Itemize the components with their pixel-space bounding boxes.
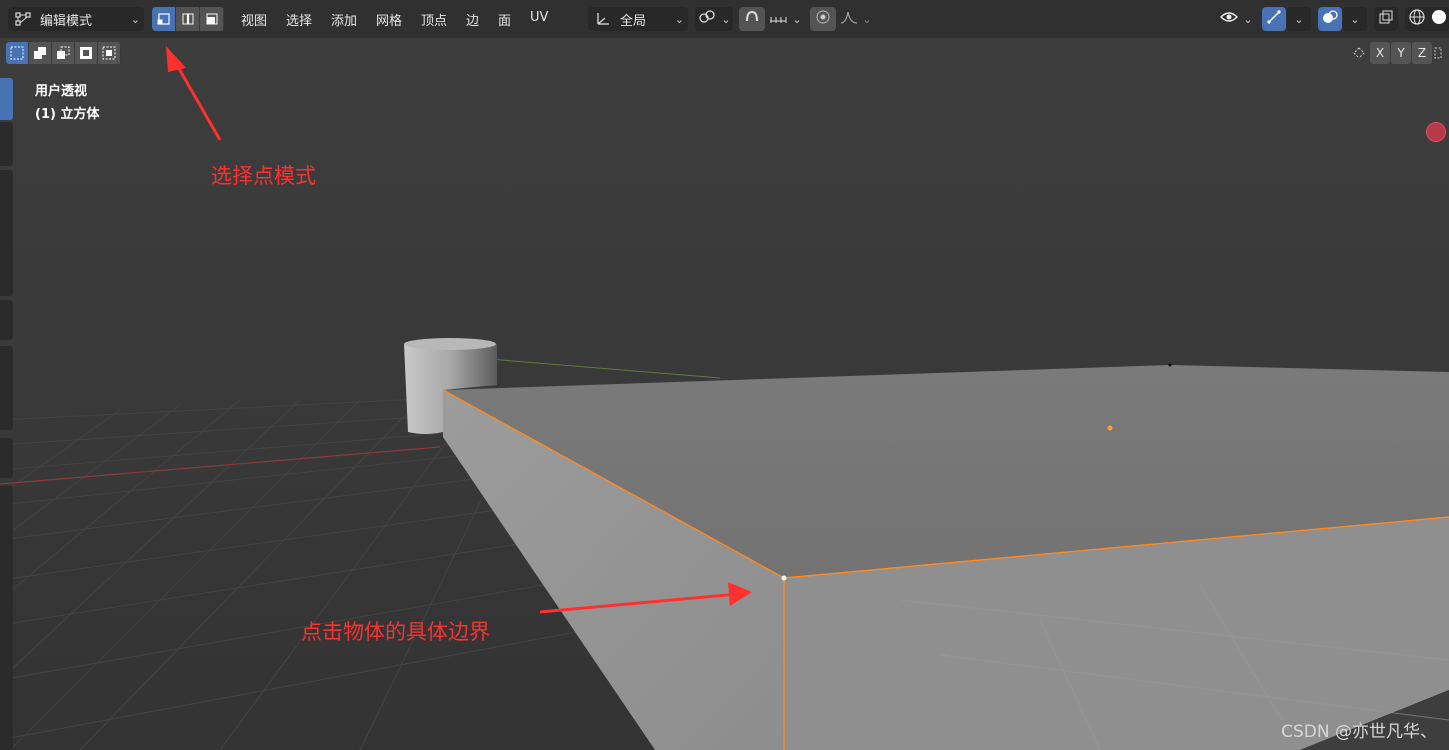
tool-modeling-group[interactable] [0, 486, 13, 750]
select-extend-icon [34, 47, 46, 59]
tool-transform-group[interactable] [0, 170, 13, 296]
menu-vertex[interactable]: 顶点 [421, 10, 447, 29]
tool-add-group[interactable] [0, 346, 13, 430]
overlay-dropdown[interactable]: ⌄ [1343, 7, 1367, 31]
tool-cursor[interactable] [0, 122, 13, 166]
select-mode-toggle[interactable] [152, 7, 224, 31]
vertex-select-icon [157, 13, 170, 25]
chevron-down-icon: ⌄ [674, 12, 684, 26]
mirror-z-button[interactable]: Z [1412, 42, 1432, 64]
orientation-gizmo-icon [594, 11, 612, 27]
options-icon[interactable] [1433, 42, 1443, 64]
chevron-down-icon: ⌄ [721, 12, 731, 26]
chevron-down-icon: ⌄ [130, 12, 140, 26]
snap-toggle[interactable] [739, 7, 765, 31]
3d-viewport[interactable] [0, 38, 1449, 750]
chevron-down-icon: ⌄ [792, 12, 802, 26]
solid-shading-icon[interactable] [1430, 8, 1448, 30]
menu-select[interactable]: 选择 [286, 10, 312, 29]
menu-add[interactable]: 添加 [331, 10, 357, 29]
falloff-curve-icon [840, 9, 858, 29]
object-origin [1107, 425, 1113, 431]
edge-select-button[interactable] [176, 7, 200, 31]
chevron-down-icon: ⌄ [862, 12, 872, 26]
mode-label: 编辑模式 [40, 13, 93, 29]
xray-icon [1378, 9, 1394, 29]
xray-toggle[interactable] [1374, 7, 1398, 31]
selection-tool-modes[interactable] [6, 42, 121, 64]
tool-select-box[interactable] [0, 78, 13, 120]
magnet-icon [744, 9, 760, 29]
link-icon [697, 9, 717, 29]
gizmo-toggle[interactable] [1262, 7, 1286, 31]
object-name: (1) 立方体 [35, 107, 100, 122]
wireframe-shading-icon[interactable] [1408, 8, 1426, 30]
mirror-x-button[interactable]: X [1370, 42, 1390, 64]
mirror-axis-group[interactable]: X Y Z [1349, 42, 1443, 64]
record-icon[interactable] [1426, 122, 1446, 142]
menu-uv[interactable]: UV [530, 10, 548, 25]
menu-mesh[interactable]: 网格 [376, 10, 402, 29]
chevron-down-icon: ⌄ [1243, 12, 1253, 26]
increment-icon [768, 9, 788, 29]
select-new-icon [10, 46, 24, 60]
view-name: 用户透视 [35, 84, 88, 99]
vertex-point[interactable] [1168, 363, 1172, 367]
overlay-toggle[interactable] [1318, 7, 1342, 31]
gizmo-dropdown[interactable]: ⌄ [1287, 7, 1311, 31]
shading-mode-group[interactable] [1405, 7, 1449, 31]
watermark: CSDN @亦世凡华、 [1281, 722, 1437, 742]
chevron-down-icon: ⌄ [1294, 12, 1304, 26]
chevron-down-icon: ⌄ [1350, 12, 1360, 26]
tool-annotate[interactable] [0, 300, 13, 340]
proportional-edit-icon [815, 9, 831, 29]
select-difference-button[interactable] [75, 42, 98, 64]
select-extend-button[interactable] [29, 42, 52, 64]
visibility-dropdown[interactable]: ⌄ [1216, 7, 1256, 31]
eye-icon [1219, 9, 1239, 29]
face-select-button[interactable] [200, 7, 224, 31]
overlay-icon [1322, 9, 1338, 29]
edit-mode-icon [14, 11, 32, 27]
select-difference-icon [80, 47, 92, 59]
mirror-y-button[interactable]: Y [1391, 42, 1411, 64]
left-toolbar[interactable] [0, 78, 13, 750]
annotation-click-edge: 点击物体的具体边界 [301, 620, 490, 644]
menu-edge[interactable]: 边 [466, 10, 479, 29]
falloff-dropdown[interactable]: ⌄ [838, 7, 874, 31]
select-subtract-icon [57, 46, 70, 59]
transform-orientation-dropdown[interactable]: 全局 ⌄ [588, 7, 688, 31]
select-subtract-button[interactable] [52, 42, 75, 64]
mirror-butterfly-icon [1349, 42, 1369, 64]
tool-extrude[interactable] [0, 438, 13, 478]
select-intersect-icon [102, 46, 116, 60]
menu-view[interactable]: 视图 [241, 10, 267, 29]
face-select-icon [205, 13, 218, 25]
active-vertex[interactable] [781, 575, 787, 581]
pivot-point-dropdown[interactable]: ⌄ [695, 7, 733, 31]
proportional-edit-toggle[interactable] [810, 7, 836, 31]
menu-face[interactable]: 面 [498, 10, 511, 29]
vertex-select-button[interactable] [152, 7, 176, 31]
snap-target-dropdown[interactable]: ⌄ [766, 7, 804, 31]
gizmo-icon [1266, 9, 1282, 29]
edge-select-icon [181, 13, 194, 25]
viewport-header: 编辑模式 ⌄ 视图 选择 添加 网格 顶点 边 面 UV 全局 ⌄ ⌄ ⌄ ⌄ … [0, 0, 1449, 38]
transform-orientation-label: 全局 [620, 13, 647, 29]
select-intersect-button[interactable] [98, 42, 121, 64]
select-new-button[interactable] [6, 42, 29, 64]
mode-dropdown[interactable]: 编辑模式 ⌄ [8, 7, 144, 31]
annotation-vertex-mode: 选择点模式 [211, 164, 316, 188]
